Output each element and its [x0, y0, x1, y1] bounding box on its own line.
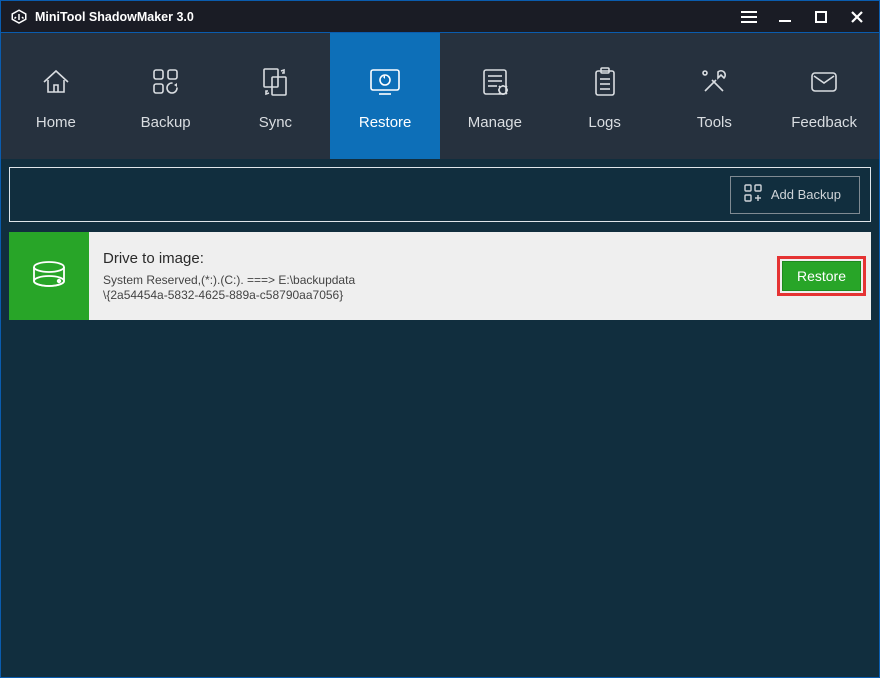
nav-label: Tools	[697, 114, 732, 131]
toolbar: Add Backup	[9, 167, 871, 222]
add-backup-label: Add Backup	[771, 187, 841, 202]
nav-label: Sync	[259, 114, 292, 131]
nav-label: Home	[36, 114, 76, 131]
nav-label: Feedback	[791, 114, 857, 131]
nav-sync[interactable]: Sync	[221, 33, 331, 159]
backup-item-card: Drive to image: System Reserved,(*:).(C:…	[9, 232, 871, 320]
restore-icon	[365, 62, 405, 102]
maximize-button[interactable]	[803, 3, 839, 31]
nav-logs[interactable]: Logs	[550, 33, 660, 159]
nav-feedback[interactable]: Feedback	[769, 33, 879, 159]
nav-label: Restore	[359, 114, 412, 131]
backup-icon	[146, 62, 186, 102]
card-title: Drive to image:	[103, 250, 758, 267]
titlebar: MiniTool ShadowMaker 3.0	[1, 1, 879, 33]
sync-icon	[255, 62, 295, 102]
main-nav: Home Backup Sync	[1, 33, 879, 159]
grid-plus-icon	[743, 183, 763, 206]
titlebar-title: MiniTool ShadowMaker 3.0	[35, 10, 731, 24]
minimize-button[interactable]	[767, 3, 803, 31]
manage-icon	[475, 62, 515, 102]
drive-icon	[9, 232, 89, 320]
menu-button[interactable]	[731, 3, 767, 31]
app-window: MiniTool ShadowMaker 3.0	[0, 0, 880, 678]
logs-icon	[585, 62, 625, 102]
nav-label: Backup	[141, 114, 191, 131]
nav-restore[interactable]: Restore	[330, 33, 440, 159]
tools-icon	[694, 62, 734, 102]
content-area: Drive to image: System Reserved,(*:).(C:…	[1, 222, 879, 677]
nav-home[interactable]: Home	[1, 33, 111, 159]
nav-label: Manage	[468, 114, 522, 131]
nav-manage[interactable]: Manage	[440, 33, 550, 159]
card-body: Drive to image: System Reserved,(*:).(C:…	[89, 232, 772, 320]
card-detail: System Reserved,(*:).(C:). ===> E:\backu…	[103, 273, 758, 303]
feedback-icon	[804, 62, 844, 102]
nav-label: Logs	[588, 114, 621, 131]
restore-button[interactable]: Restore	[782, 261, 861, 291]
close-button[interactable]	[839, 3, 875, 31]
nav-tools[interactable]: Tools	[660, 33, 770, 159]
nav-backup[interactable]: Backup	[111, 33, 221, 159]
app-logo-icon	[9, 7, 29, 27]
home-icon	[36, 62, 76, 102]
add-backup-button[interactable]: Add Backup	[730, 176, 860, 214]
card-action: Restore	[772, 232, 871, 320]
